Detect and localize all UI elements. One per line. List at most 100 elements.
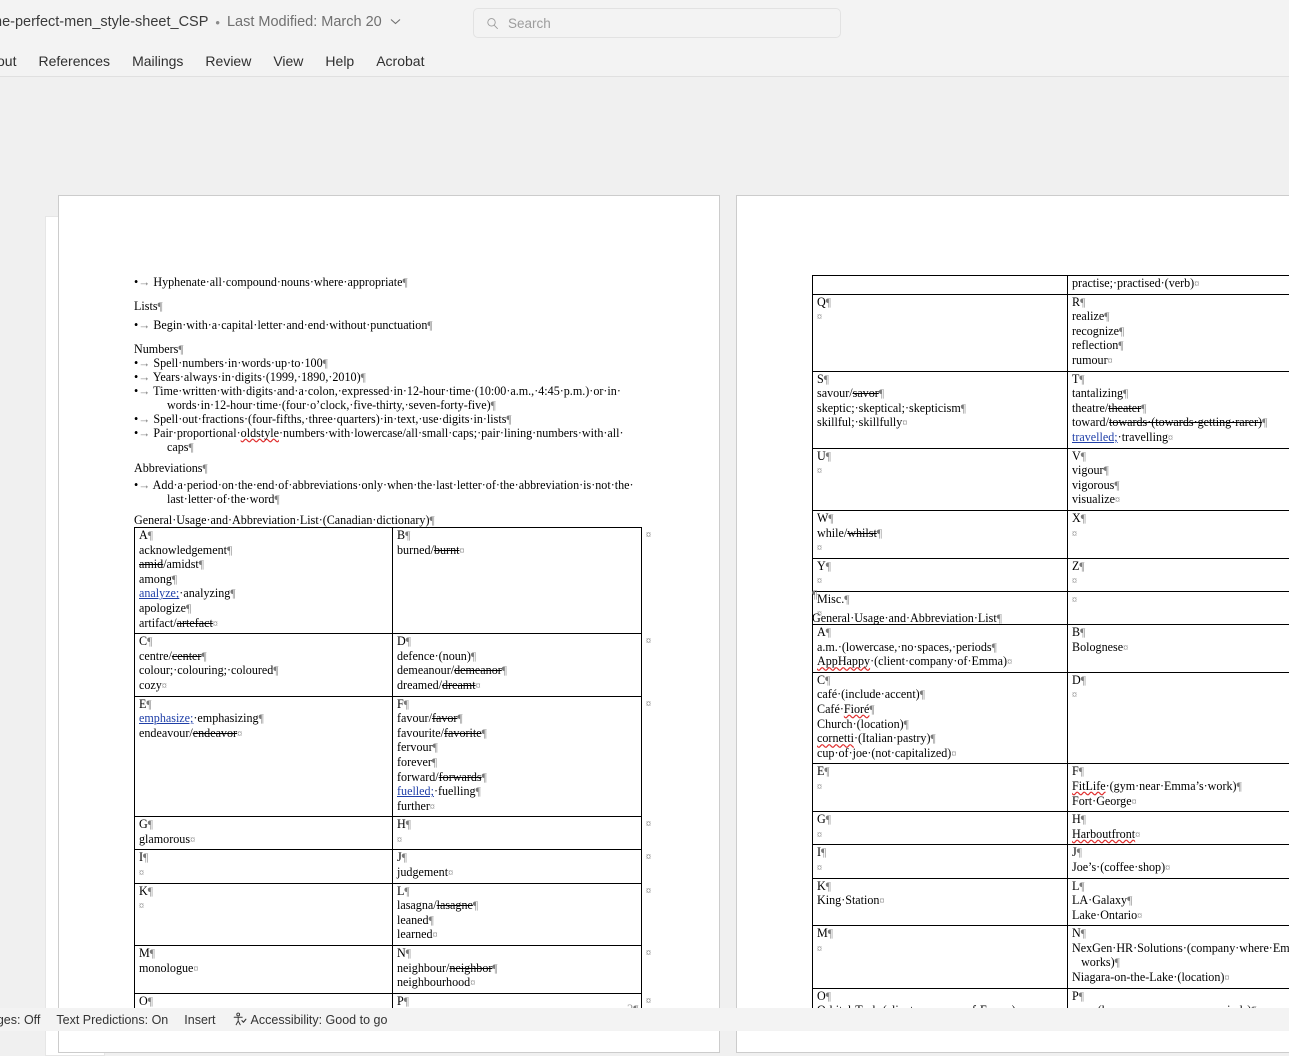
table-cell[interactable]: E¶¤ <box>813 764 1068 812</box>
table-cell[interactable]: C¶café·(include·accent)¶Café·Fioré¶Churc… <box>813 672 1068 764</box>
last-modified-label: Last Modified: March 20 <box>227 14 382 30</box>
table-cell[interactable]: J¶judgement¤¤ <box>393 850 642 883</box>
table-row[interactable]: U¶¤V¶vigour¶vigorous¶visualize¤ <box>813 448 1289 510</box>
table-cell[interactable]: K¶King·Station¤ <box>813 878 1068 926</box>
table-cell-letter: F¶ <box>1072 765 1289 780</box>
table-cell[interactable]: K¶¤ <box>135 883 393 945</box>
document-page-3[interactable]: practise;·practised·(verb)¤Q¶¤R¶realize¶… <box>736 195 1289 1053</box>
document-title-group[interactable]: he-perfect-men_style-sheet_CSP • Last Mo… <box>0 14 401 30</box>
table-cell[interactable]: F¶FitLife·(gym·near·Emma’s·work)¶Fort·Ge… <box>1068 764 1289 812</box>
tab-arrow-icon: → <box>138 426 150 440</box>
tab-help[interactable]: Help <box>314 50 365 72</box>
table-cell[interactable]: S¶savour/savor¶skeptic;·skeptical;·skept… <box>813 371 1068 448</box>
table-cell[interactable]: D¶¤ <box>1068 672 1289 764</box>
table-row[interactable]: C¶café·(include·accent)¶Café·Fioré¶Churc… <box>813 672 1289 764</box>
table-cell[interactable]: B¶Bolognese¤ <box>1068 625 1289 673</box>
status-accessibility[interactable]: Accessibility: Good to go <box>232 1012 404 1027</box>
inserted-text: emphasize; <box>139 711 193 725</box>
status-track-changes[interactable]: hanges: Off <box>0 1013 56 1027</box>
table-row[interactable]: I¶¤J¶Joe’s·(coffee·shop)¤ <box>813 845 1289 878</box>
tab-view[interactable]: View <box>262 50 314 72</box>
general-usage-abbreviation-table[interactable]: A¶a.m.·(lowercase,·no·spaces,·periods¶Ap… <box>812 624 1289 1022</box>
table-row[interactable]: W¶while/whilst¶¤X¶¤ <box>813 510 1289 558</box>
table-cell[interactable]: Z¶¤ <box>1068 558 1289 591</box>
table-row[interactable]: practise;·practised·(verb)¤ <box>813 276 1289 295</box>
canadian-dictionary-table-continued[interactable]: practise;·practised·(verb)¤Q¶¤R¶realize¶… <box>812 275 1289 625</box>
table-cell[interactable]: practise;·practised·(verb)¤ <box>1068 276 1289 295</box>
search-input[interactable]: Search <box>473 8 841 38</box>
paragraph-mark: ¶ <box>482 772 487 784</box>
table-row[interactable]: G¶¤H¶Harboutfront¤ <box>813 812 1289 845</box>
deleted-text: demeanor <box>454 663 502 677</box>
table-cell[interactable]: D¶defence·(noun)¶demeanour/demeanor¶drea… <box>393 634 642 696</box>
document-name[interactable]: he-perfect-men_style-sheet_CSP <box>0 14 208 30</box>
table-cell[interactable]: E¶emphasize;·emphasizing¶endeavour/endea… <box>135 696 393 817</box>
table-cell[interactable]: B¶burned/burnt¤¤ <box>393 528 642 634</box>
table-cell[interactable]: U¶¤ <box>813 448 1068 510</box>
table-cell[interactable]: M¶monologue¤ <box>135 946 393 994</box>
table-cell[interactable]: M¶¤ <box>813 926 1068 988</box>
table-row[interactable]: K¶King·Station¤L¶LA·Galaxy¶Lake·Ontario¤ <box>813 878 1289 926</box>
tab-arrow-icon: → <box>138 412 150 426</box>
table-cell[interactable]: F¶favour/favor¶favourite/favorite¶fervou… <box>393 696 642 817</box>
table-cell[interactable]: H¶¤¤ <box>393 817 642 850</box>
table-cell-letter: T¶ <box>1072 373 1289 388</box>
table-cell[interactable]: J¶Joe’s·(coffee·shop)¤ <box>1068 845 1289 878</box>
paragraph-mark: ¶ <box>869 704 874 716</box>
table-cell[interactable]: A¶a.m.·(lowercase,·no·spaces,·periods¶Ap… <box>813 625 1068 673</box>
table-row[interactable]: E¶emphasize;·emphasizing¶endeavour/endea… <box>135 696 642 817</box>
table-row[interactable]: C¶centre/center¶colour;·colouring;·colou… <box>135 634 642 696</box>
table-cell[interactable]: A¶acknowledgement¶amid/amidst¶among¶anal… <box>135 528 393 634</box>
table-cell-entry: ¤ <box>817 780 1064 795</box>
tab-mailings[interactable]: Mailings <box>121 50 194 72</box>
status-text-predictions[interactable]: Text Predictions: On <box>56 1013 184 1027</box>
table-row[interactable]: A¶acknowledgement¶amid/amidst¶among¶anal… <box>135 528 642 634</box>
table-cell[interactable]: Y¶¤ <box>813 558 1068 591</box>
table-row[interactable]: Y¶¤Z¶¤ <box>813 558 1289 591</box>
table-cell[interactable]: G¶glamorous¤ <box>135 817 393 850</box>
table-cell[interactable]: G¶¤ <box>813 812 1068 845</box>
table-cell[interactable]: L¶lasagna/lasagne¶leaned¶learned¤¤ <box>393 883 642 945</box>
table-cell[interactable] <box>813 276 1068 295</box>
table-row[interactable]: S¶savour/savor¶skeptic;·skeptical;·skept… <box>813 371 1289 448</box>
table-cell[interactable]: I¶¤ <box>813 845 1068 878</box>
table-cell[interactable]: T¶tantalizing¶theatre/theater¶toward/tow… <box>1068 371 1289 448</box>
paragraph-mark: ¶ <box>1081 675 1086 687</box>
table-cell[interactable]: N¶NexGen·HR·Solutions·(company·where·Emm… <box>1068 926 1289 988</box>
paragraph-mark: ¶ <box>406 948 411 960</box>
table-cell[interactable]: Q¶¤ <box>813 294 1068 371</box>
status-insert-mode[interactable]: Insert <box>184 1013 231 1027</box>
table-cell[interactable]: I¶¤ <box>135 850 393 883</box>
table-cell[interactable]: C¶centre/center¶colour;·colouring;·colou… <box>135 634 393 696</box>
tab-references[interactable]: References <box>27 50 121 72</box>
table-cell[interactable]: ¤ <box>1068 591 1289 624</box>
paragraph-mark: ¶ <box>1081 814 1086 826</box>
paragraph-mark: ¶ <box>1127 895 1132 907</box>
table-cell[interactable]: W¶while/whilst¶¤ <box>813 510 1068 558</box>
chevron-down-icon[interactable] <box>390 16 401 28</box>
table-cell[interactable]: V¶vigour¶vigorous¶visualize¤ <box>1068 448 1289 510</box>
table-cell[interactable]: H¶Harboutfront¤ <box>1068 812 1289 845</box>
table-row[interactable]: E¶¤F¶FitLife·(gym·near·Emma’s·work)¶Fort… <box>813 764 1289 812</box>
table-cell[interactable]: N¶neighbour/neighbor¶neighbourhood¤¤ <box>393 946 642 994</box>
table-cell[interactable]: X¶¤ <box>1068 510 1289 558</box>
table-row[interactable]: G¶glamorous¤H¶¤¤ <box>135 817 642 850</box>
table-row[interactable]: M¶monologue¤N¶neighbour/neighbor¶neighbo… <box>135 946 642 994</box>
table-row[interactable]: A¶a.m.·(lowercase,·no·spaces,·periods¶Ap… <box>813 625 1289 673</box>
table-row[interactable]: I¶¤J¶judgement¤¤ <box>135 850 642 883</box>
paragraph-mark: ¶ <box>203 463 208 475</box>
table-cell-entry: ¤ <box>817 942 1064 957</box>
table-row[interactable]: K¶¤L¶lasagna/lasagne¶leaned¶learned¤¤ <box>135 883 642 945</box>
tab-layout[interactable]: out <box>0 50 27 72</box>
cell-mark: ¤ <box>433 930 438 941</box>
table-row[interactable]: Q¶¤R¶realize¶recognize¶reflection¶rumour… <box>813 294 1289 371</box>
document-page-2[interactable]: •→ Hyphenate·all·compound·nouns·where·ap… <box>58 195 720 1053</box>
document-canvas[interactable]: •→ Hyphenate·all·compound·nouns·where·ap… <box>0 78 1289 1008</box>
tab-review[interactable]: Review <box>194 50 262 72</box>
table-row[interactable]: M¶¤N¶NexGen·HR·Solutions·(company·where·… <box>813 926 1289 988</box>
canadian-dictionary-table[interactable]: A¶acknowledgement¶amid/amidst¶among¶anal… <box>134 527 642 1027</box>
tab-acrobat[interactable]: Acrobat <box>365 50 435 72</box>
table-cell[interactable]: L¶LA·Galaxy¶Lake·Ontario¤ <box>1068 878 1289 926</box>
paragraph-mark: ¶ <box>1077 847 1082 859</box>
table-cell[interactable]: R¶realize¶recognize¶reflection¶rumour¤ <box>1068 294 1289 371</box>
